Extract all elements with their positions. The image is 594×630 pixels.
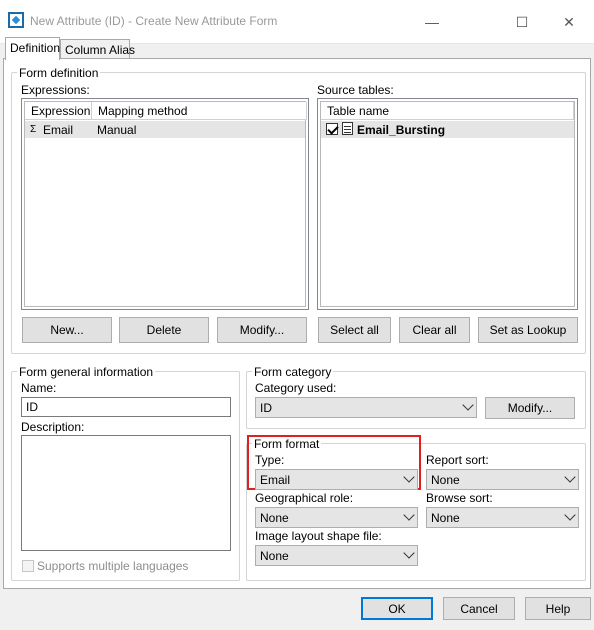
form-format-legend: Form format (252, 437, 322, 451)
modify-category-button[interactable]: Modify... (485, 397, 575, 419)
chevron-down-icon (564, 471, 576, 483)
help-button[interactable]: Help (525, 597, 591, 620)
browse-sort-value: None (431, 511, 460, 525)
new-button[interactable]: New... (22, 317, 112, 343)
chevron-down-icon (403, 509, 415, 521)
expression-column-header[interactable]: Expression (25, 102, 92, 120)
image-layout-shape-file-dropdown[interactable]: None (255, 545, 418, 566)
source-tables-list[interactable]: Table name Email_Bursting (317, 98, 578, 310)
expressions-label: Expressions: (21, 83, 90, 97)
expressions-list[interactable]: Expression Mapping method Σ Email Manual (21, 98, 309, 310)
mapping-method-cell: Manual (97, 123, 137, 137)
source-table-checkbox[interactable] (326, 123, 338, 135)
table-icon (342, 122, 353, 135)
type-label: Type: (255, 453, 285, 467)
form-definition-legend: Form definition (17, 66, 101, 80)
tab-definition[interactable]: Definition (5, 37, 60, 60)
expression-cell: Email (43, 123, 74, 137)
geographical-role-dropdown[interactable]: None (255, 507, 418, 528)
name-input[interactable]: ID (21, 397, 231, 417)
type-value: Email (260, 473, 291, 487)
geographical-role-label: Geographical role: (255, 491, 354, 505)
cancel-button[interactable]: Cancel (443, 597, 515, 620)
select-all-button[interactable]: Select all (318, 317, 391, 343)
report-sort-dropdown[interactable]: None (426, 469, 579, 490)
set-as-lookup-button[interactable]: Set as Lookup (478, 317, 578, 343)
source-tables-label: Source tables: (317, 83, 394, 97)
geographical-role-value: None (260, 511, 289, 525)
maximize-icon[interactable]: ☐ (499, 8, 545, 36)
minimize-icon[interactable]: — (409, 8, 455, 36)
supports-multiple-languages-label: Supports multiple languages (37, 559, 189, 573)
chevron-down-icon (462, 399, 474, 411)
report-sort-value: None (431, 473, 460, 487)
mapping-method-column-header[interactable]: Mapping method (92, 102, 307, 120)
image-layout-shape-file-value: None (260, 549, 289, 563)
app-icon (8, 12, 24, 28)
category-used-label: Category used: (255, 381, 337, 395)
category-used-value: ID (260, 401, 272, 415)
title-bar: New Attribute (ID) - Create New Attribut… (0, 0, 594, 44)
chevron-down-icon (564, 509, 576, 521)
modify-expression-button[interactable]: Modify... (217, 317, 307, 343)
image-layout-shape-file-label: Image layout shape file: (255, 529, 382, 543)
delete-button[interactable]: Delete (119, 317, 209, 343)
chevron-down-icon (403, 547, 415, 559)
expression-icon: Σ (30, 124, 37, 135)
browse-sort-label: Browse sort: (426, 491, 493, 505)
description-label: Description: (21, 420, 85, 434)
form-general-information-legend: Form general information (17, 365, 156, 379)
chevron-down-icon (403, 471, 415, 483)
type-dropdown[interactable]: Email (255, 469, 418, 490)
close-icon[interactable]: ✕ (546, 8, 592, 36)
browse-sort-dropdown[interactable]: None (426, 507, 579, 528)
table-name-column-header[interactable]: Table name (321, 102, 574, 120)
ok-button[interactable]: OK (361, 597, 433, 620)
clear-all-button[interactable]: Clear all (399, 317, 470, 343)
source-table-name: Email_Bursting (357, 123, 446, 137)
tab-column-alias[interactable]: Column Alias (60, 39, 135, 60)
supports-multiple-languages-checkbox[interactable] (22, 560, 34, 572)
name-label: Name: (21, 381, 57, 395)
description-input[interactable] (21, 435, 231, 551)
report-sort-label: Report sort: (426, 453, 489, 467)
form-category-legend: Form category (252, 365, 334, 379)
window-title: New Attribute (ID) - Create New Attribut… (30, 14, 278, 28)
category-used-dropdown[interactable]: ID (255, 397, 477, 418)
